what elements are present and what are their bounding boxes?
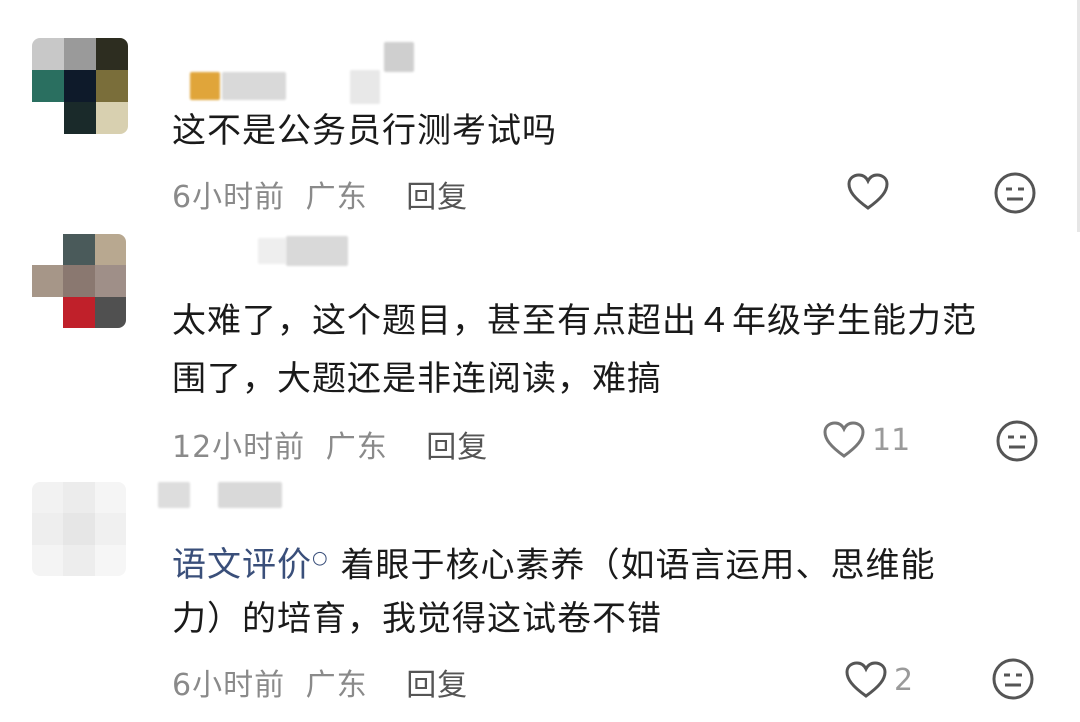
comment-time: 12小时前 (172, 430, 306, 465)
emoji-button[interactable] (994, 418, 1040, 464)
comment-text: 围了，大题还是非连阅读，难搞 (172, 359, 662, 399)
like-count: 11 (872, 422, 911, 458)
comment-location: 广东 (305, 668, 368, 703)
reply-button[interactable]: 回复 (406, 668, 468, 703)
emoji-button[interactable] (990, 656, 1036, 702)
like-button[interactable]: 2 (844, 660, 913, 700)
comment-text: 力）的培育，我觉得这试卷不错 (172, 599, 662, 639)
comment-item: 太难了，这个题目，甚至有点超出４年级学生能力范 围了，大题还是非连阅读，难搞 1… (0, 232, 1080, 472)
comment-location: 广东 (305, 180, 368, 215)
username[interactable] (258, 238, 286, 264)
comment-meta: 12小时前 广东 回复 (172, 422, 488, 466)
search-tag-link[interactable]: 语文评价○ (172, 545, 329, 585)
like-button[interactable] (846, 172, 896, 212)
username[interactable] (190, 72, 220, 100)
comment-meta: 6小时前 广东 回复 (172, 172, 468, 216)
reply-button[interactable]: 回复 (406, 180, 468, 215)
comment-item: 语文评价○ 着眼于核心素养（如语言运用、思维能 力）的培育，我觉得这试卷不错 6… (0, 472, 1080, 722)
username (218, 482, 282, 508)
like-count: 2 (894, 662, 914, 698)
heart-icon (823, 421, 865, 458)
username (350, 70, 380, 104)
heart-icon (845, 661, 887, 698)
emoji-icon (992, 658, 1034, 700)
comment-item: 这不是公务员行测考试吗 6小时前 广东 回复 (0, 0, 1080, 232)
emoji-icon (994, 172, 1036, 214)
avatar[interactable] (32, 482, 126, 576)
tag-label: 语文评价 (172, 545, 312, 586)
comment-location: 广东 (325, 430, 388, 465)
username (286, 236, 348, 266)
username (222, 72, 286, 100)
heart-icon (847, 173, 889, 210)
comment-text: 语文评价○ 着眼于核心素养（如语言运用、思维能 (172, 530, 936, 594)
comment-text: 太难了，这个题目，甚至有点超出４年级学生能力范 (172, 301, 977, 341)
username (384, 42, 414, 72)
comment-time: 6小时前 (172, 180, 286, 215)
emoji-icon (996, 420, 1038, 462)
reply-button[interactable]: 回复 (426, 430, 488, 465)
comment-text-line: 着眼于核心素养（如语言运用、思维能 (340, 545, 936, 586)
comment-text: 这不是公务员行测考试吗 (172, 111, 557, 151)
username[interactable] (158, 482, 190, 508)
search-icon: ○ (312, 548, 329, 569)
emoji-button[interactable] (992, 170, 1038, 216)
avatar[interactable] (32, 38, 128, 134)
avatar[interactable] (32, 234, 126, 328)
comment-meta: 6小时前 广东 回复 (172, 660, 468, 704)
comment-time: 6小时前 (172, 668, 286, 703)
like-button[interactable]: 11 (822, 420, 910, 460)
